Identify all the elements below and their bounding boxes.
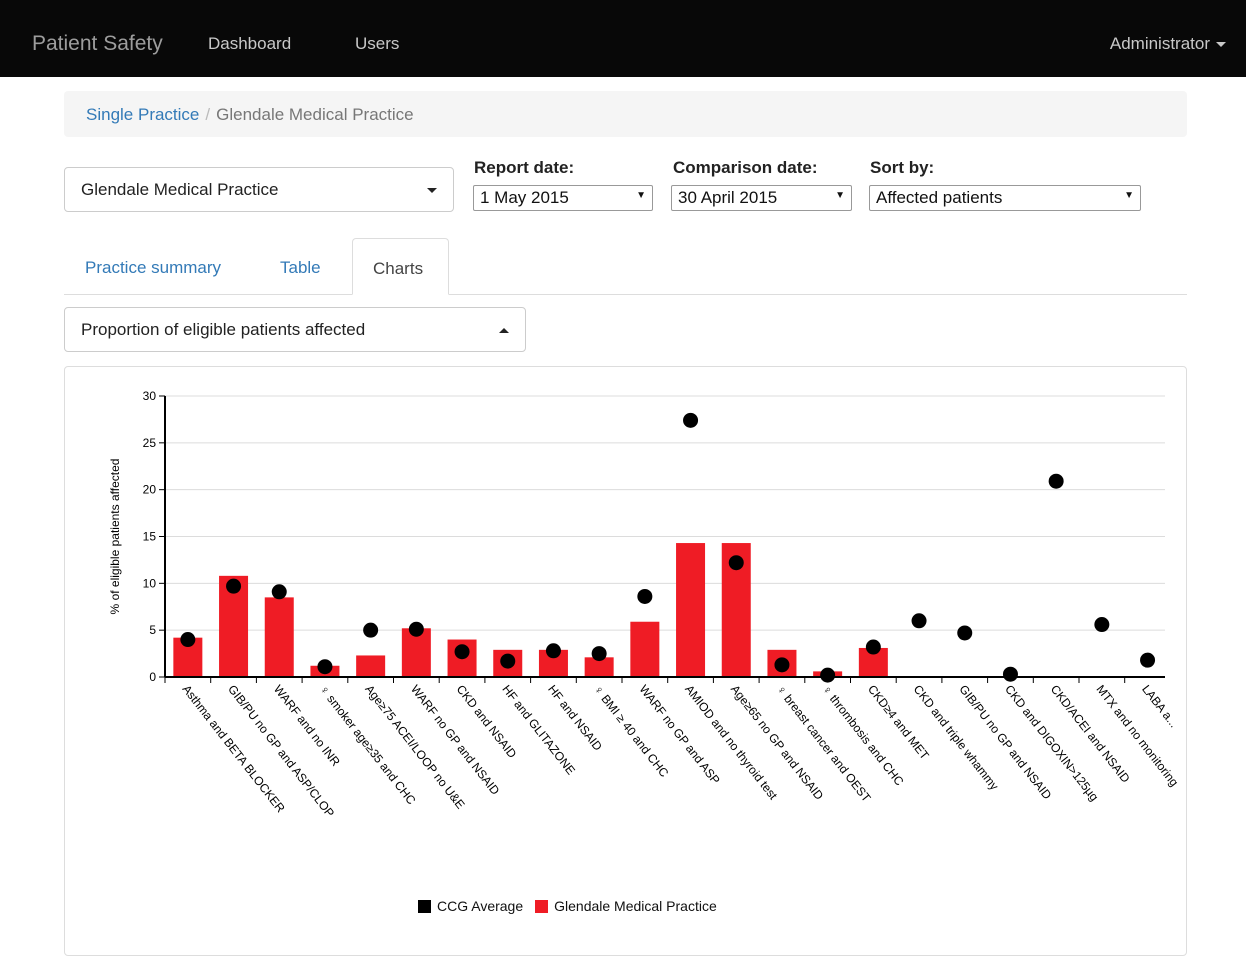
tab-bar: Practice summary Table Charts — [64, 238, 1187, 295]
ccg-average-dot — [637, 588, 653, 604]
x-tick-label: ♀ thrombosis and CHC — [819, 682, 906, 788]
comparison-date-value: 30 April 2015 — [678, 188, 778, 207]
ccg-average-dot — [865, 639, 881, 655]
x-tick-label: CKD/ACEI and NSAID — [1048, 682, 1133, 785]
breadcrumb-single-practice[interactable]: Single Practice — [86, 105, 199, 124]
comparison-date-label: Comparison date: — [673, 158, 818, 177]
dropdown-arrow-icon: ▼ — [835, 190, 845, 201]
report-date-label: Report date: — [474, 158, 575, 177]
dropdown-arrow-icon: ▼ — [1124, 190, 1134, 201]
user-menu-label: Administrator — [1109, 34, 1210, 53]
ccg-average-dot — [317, 659, 333, 675]
x-tick-label: Age≥65 no GP and NSAID — [728, 682, 827, 803]
ccg-average-dot — [728, 555, 744, 571]
ccg-average-dot — [363, 622, 379, 638]
report-date-value: 1 May 2015 — [480, 188, 569, 207]
chart-legend: CCG Average Glendale Medical Practice — [418, 898, 729, 914]
chart-type-select[interactable]: Proportion of eligible patients affected — [64, 307, 526, 352]
y-tick-label: 5 — [149, 623, 156, 637]
ccg-average-dot — [957, 625, 973, 641]
ccg-average-dot — [454, 644, 470, 660]
y-tick-label: 20 — [143, 483, 157, 497]
legend-swatch-ccg — [418, 899, 431, 913]
tab-charts[interactable]: Charts — [352, 238, 449, 295]
ccg-average-dot — [1048, 473, 1064, 489]
sort-by-select[interactable]: Affected patients ▼ — [869, 185, 1141, 211]
x-tick-label: WARF no GP and ASP — [636, 682, 722, 787]
practice-select[interactable]: Glendale Medical Practice — [64, 167, 454, 212]
chart: 0 5 10 15 20 25 30 % of eligible patients affec… — [108, 389, 1181, 820]
tab-practice-summary[interactable]: Practice summary — [85, 258, 221, 278]
legend-swatch-practice — [535, 899, 549, 913]
ccg-average-dot — [911, 613, 927, 629]
ccg-average-dot — [180, 632, 196, 648]
legend-item-practice[interactable]: Glendale Medical Practice — [535, 898, 717, 914]
x-tick-label: AMIOD and no thyroid test — [682, 682, 780, 803]
x-tick-label: MTX and no monitoring — [1093, 682, 1181, 789]
ccg-average-dot — [591, 646, 607, 662]
nav-dashboard[interactable]: Dashboard — [208, 34, 291, 54]
nav-users[interactable]: Users — [355, 34, 399, 54]
ccg-average-dot — [683, 412, 699, 428]
breadcrumb-separator: / — [205, 105, 211, 124]
ccg-average-dot — [271, 584, 287, 600]
y-tick-label: 30 — [143, 389, 157, 403]
tab-table[interactable]: Table — [280, 258, 321, 278]
sort-by-value: Affected patients — [876, 188, 1003, 207]
practice-select-value: Glendale Medical Practice — [81, 180, 279, 199]
legend-label-ccg: CCG Average — [437, 898, 524, 914]
caret-down-icon — [1216, 42, 1226, 48]
ccg-average-dot — [1140, 652, 1156, 668]
practice-bar — [630, 621, 660, 677]
y-tick-label: 0 — [149, 670, 156, 684]
y-tick-label: 15 — [143, 530, 157, 544]
ccg-average-dot — [1002, 666, 1018, 682]
legend-item-ccg[interactable]: CCG Average — [418, 898, 523, 914]
x-tick-label: WARF no GP and NSAID — [408, 682, 503, 798]
comparison-date-select[interactable]: 30 April 2015 ▼ — [671, 185, 852, 211]
x-tick-label: LABA a... — [1139, 682, 1181, 730]
x-tick-label: CKD and triple whammy — [911, 682, 1002, 793]
x-tick-label: CKD and DIGOXIN>125µg — [1002, 682, 1101, 804]
ccg-average-dot — [774, 657, 790, 673]
brand[interactable]: Patient Safety — [32, 32, 163, 56]
practice-bar — [264, 597, 294, 677]
ccg-average-dot — [820, 667, 836, 683]
breadcrumb: Single Practice / Glendale Medical Practic… — [64, 91, 1187, 137]
practice-bar — [676, 543, 706, 677]
x-tick-label: ♀ breast cancer and OEST — [774, 682, 874, 805]
chart-panel: 0 5 10 15 20 25 30 % of eligible patients affec… — [64, 366, 1187, 956]
caret-down-icon — [427, 188, 437, 193]
chart-type-value: Proportion of eligible patients affected — [81, 320, 366, 339]
legend-label-practice: Glendale Medical Practice — [554, 898, 717, 914]
ccg-average-dot — [500, 653, 516, 669]
ccg-average-dot — [226, 578, 242, 594]
user-menu[interactable]: Administrator — [1110, 34, 1226, 54]
ccg-average-dot — [545, 643, 561, 659]
y-tick-label: 10 — [143, 576, 157, 590]
ccg-average-dot — [408, 621, 424, 637]
sort-by-label: Sort by: — [870, 158, 935, 177]
x-tick-label: GIB/PU no GP and NSAID — [956, 682, 1054, 802]
practice-bar — [356, 655, 386, 677]
y-tick-label: 25 — [143, 436, 157, 450]
report-date-select[interactable]: 1 May 2015 ▼ — [473, 185, 653, 211]
caret-up-icon — [499, 328, 509, 333]
navbar: Patient Safety Dashboard Users Administr… — [0, 0, 1246, 77]
dropdown-arrow-icon: ▼ — [636, 190, 646, 201]
y-axis-label: % of eligible patients affected — [108, 459, 122, 615]
breadcrumb-current: Glendale Medical Practice — [216, 105, 414, 124]
ccg-average-dot — [1094, 617, 1110, 633]
